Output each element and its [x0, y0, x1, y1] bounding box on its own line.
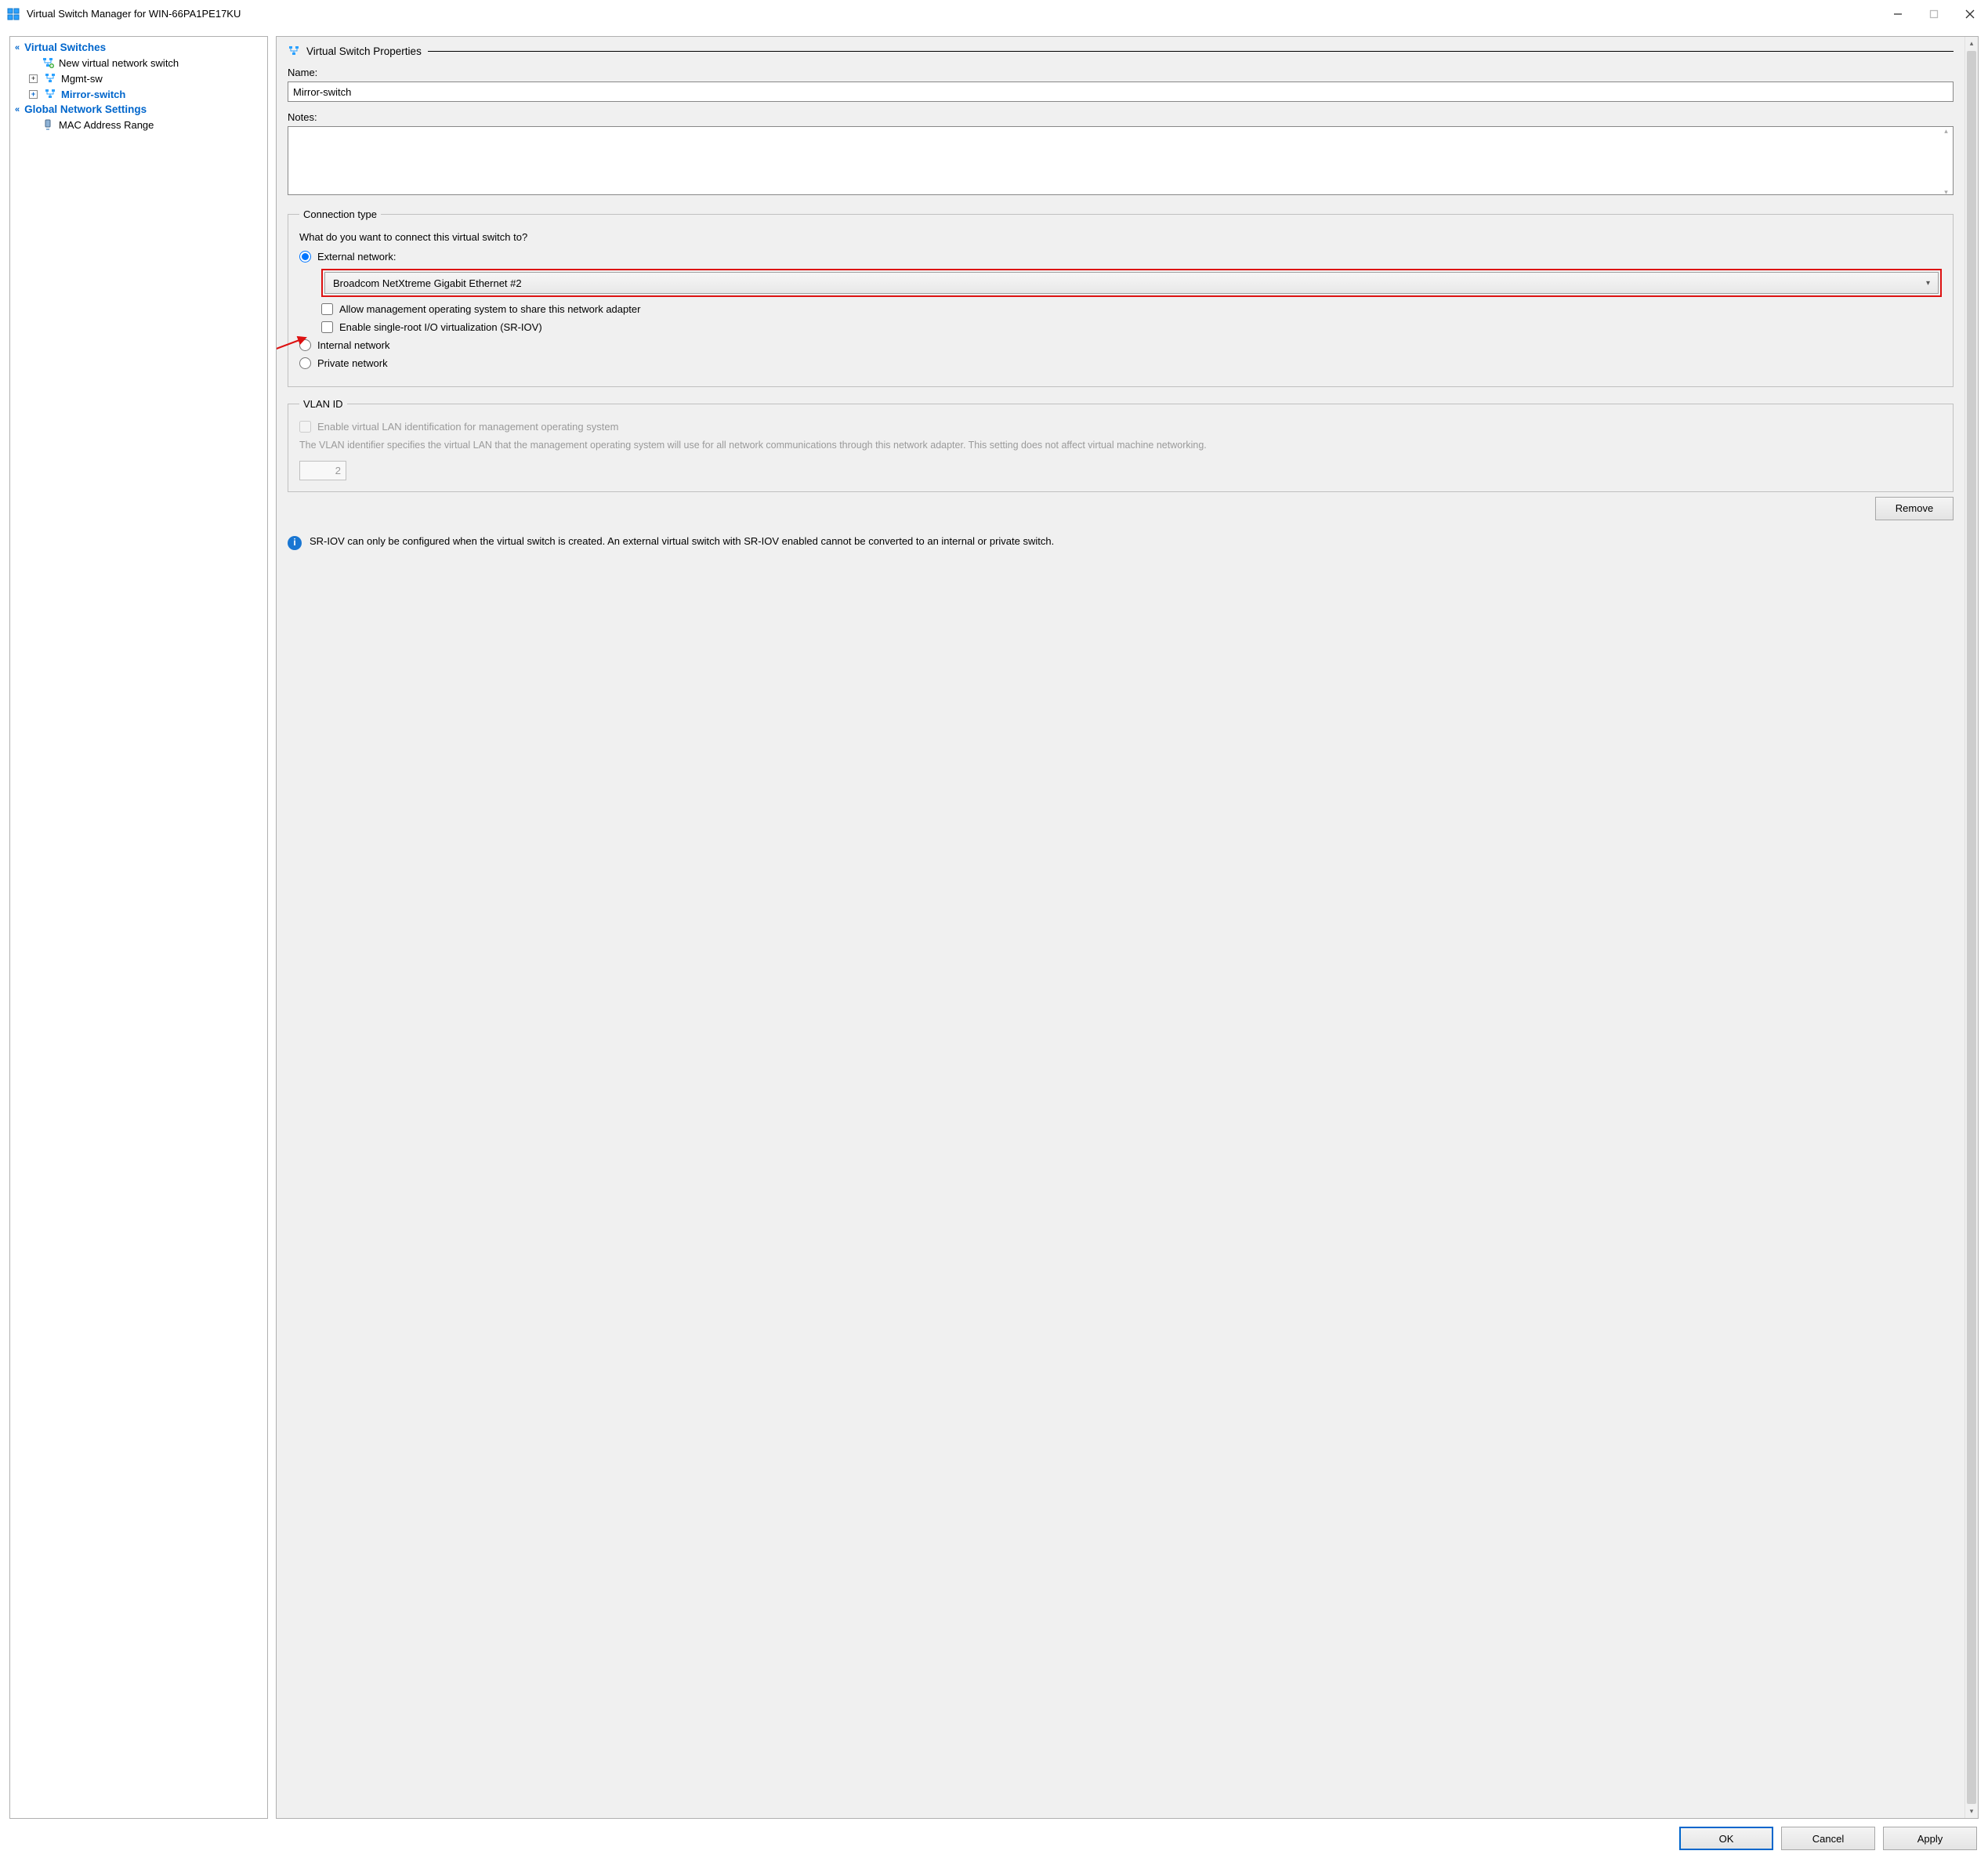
minimize-button[interactable]	[1880, 0, 1916, 28]
switch-icon	[44, 88, 56, 100]
switch-icon	[44, 72, 56, 85]
connection-type-group: Connection type What do you want to conn…	[288, 208, 1954, 387]
detail-panel: Virtual Switch Properties Name: Notes: ▴…	[276, 36, 1979, 1819]
radio-internal[interactable]: Internal network	[299, 339, 1942, 351]
check-enable-sriov[interactable]: Enable single-root I/O virtualization (S…	[321, 321, 1942, 333]
notes-textarea[interactable]	[288, 126, 1954, 195]
expand-icon[interactable]: +	[29, 90, 38, 99]
collapse-icon: «	[15, 43, 20, 53]
mac-icon	[42, 118, 54, 131]
vlan-id-input	[299, 461, 346, 480]
connection-question: What do you want to connect this virtual…	[299, 231, 1942, 243]
section-header: Virtual Switch Properties	[288, 45, 1954, 57]
panel-scrollbar[interactable]: ▴ ▾	[1964, 37, 1978, 1818]
radio-label: Internal network	[317, 339, 390, 351]
switch-icon	[288, 45, 300, 57]
radio-private[interactable]: Private network	[299, 357, 1942, 369]
close-button[interactable]	[1952, 0, 1988, 28]
vlan-group: VLAN ID Enable virtual LAN identificatio…	[288, 398, 1954, 492]
new-virtual-switch-item[interactable]: New virtual network switch	[15, 55, 263, 71]
name-label: Name:	[288, 67, 1954, 78]
vlan-description: The VLAN identifier specifies the virtua…	[299, 439, 1942, 453]
notes-label: Notes:	[288, 111, 1954, 123]
ok-button[interactable]: OK	[1679, 1827, 1773, 1850]
app-icon	[6, 7, 20, 21]
item-label: New virtual network switch	[59, 57, 179, 69]
sidebar-item-mirror-switch[interactable]: + Mirror-switch	[15, 86, 263, 102]
radio-label: External network:	[317, 251, 396, 263]
radio-external[interactable]: External network:	[299, 251, 1942, 263]
info-message: i SR-IOV can only be configured when the…	[288, 534, 1954, 550]
group-label: Global Network Settings	[24, 103, 147, 115]
check-enable-vlan-input	[299, 421, 311, 433]
group-label: Virtual Switches	[24, 42, 106, 53]
group-legend: Connection type	[299, 208, 381, 220]
collapse-icon: «	[15, 105, 20, 114]
chevron-down-icon: ▾	[1926, 279, 1930, 288]
apply-button[interactable]: Apply	[1883, 1827, 1977, 1850]
item-label: Mgmt-sw	[61, 73, 103, 85]
name-input[interactable]	[288, 81, 1954, 102]
check-label: Enable single-root I/O virtualization (S…	[339, 321, 542, 333]
check-label: Enable virtual LAN identification for ma…	[317, 421, 618, 433]
radio-label: Private network	[317, 357, 388, 369]
item-label: MAC Address Range	[59, 119, 154, 131]
scroll-up-icon[interactable]: ▴	[1965, 37, 1978, 50]
radio-external-input[interactable]	[299, 251, 311, 263]
divider	[428, 51, 1954, 52]
scroll-down-icon[interactable]: ▾	[1965, 1805, 1978, 1818]
check-enable-vlan: Enable virtual LAN identification for ma…	[299, 421, 1942, 433]
expand-icon[interactable]: +	[29, 74, 38, 83]
sidebar-item-mgmt-sw[interactable]: + Mgmt-sw	[15, 71, 263, 86]
radio-private-input[interactable]	[299, 357, 311, 369]
check-allow-mgmt-input[interactable]	[321, 303, 333, 315]
check-enable-sriov-input[interactable]	[321, 321, 333, 333]
window-title: Virtual Switch Manager for WIN-66PA1PE17…	[27, 8, 241, 20]
virtual-switches-group[interactable]: « Virtual Switches	[15, 40, 263, 55]
scroll-thumb[interactable]	[1967, 51, 1976, 1804]
radio-internal-input[interactable]	[299, 339, 311, 351]
dialog-footer: OK Cancel Apply	[0, 1819, 1988, 1858]
remove-button[interactable]: Remove	[1875, 497, 1954, 520]
sidebar-item-mac-range[interactable]: MAC Address Range	[15, 117, 263, 132]
item-label: Mirror-switch	[61, 89, 125, 100]
switch-add-icon	[42, 56, 54, 69]
check-label: Allow management operating system to sha…	[339, 303, 640, 315]
group-legend: VLAN ID	[299, 398, 347, 410]
adapter-select[interactable]: Broadcom NetXtreme Gigabit Ethernet #2 ▾	[324, 272, 1939, 294]
adapter-highlight: Broadcom NetXtreme Gigabit Ethernet #2 ▾	[321, 269, 1942, 297]
check-allow-mgmt[interactable]: Allow management operating system to sha…	[321, 303, 1942, 315]
info-text: SR-IOV can only be configured when the v…	[310, 534, 1054, 550]
window-titlebar: Virtual Switch Manager for WIN-66PA1PE17…	[0, 0, 1988, 28]
maximize-button[interactable]	[1916, 0, 1952, 28]
cancel-button[interactable]: Cancel	[1781, 1827, 1875, 1850]
global-settings-group[interactable]: « Global Network Settings	[15, 102, 263, 117]
sidebar-tree[interactable]: « Virtual Switches New virtual network s…	[9, 36, 268, 1819]
info-icon: i	[288, 536, 302, 550]
section-title: Virtual Switch Properties	[306, 45, 422, 57]
adapter-value: Broadcom NetXtreme Gigabit Ethernet #2	[333, 277, 522, 289]
